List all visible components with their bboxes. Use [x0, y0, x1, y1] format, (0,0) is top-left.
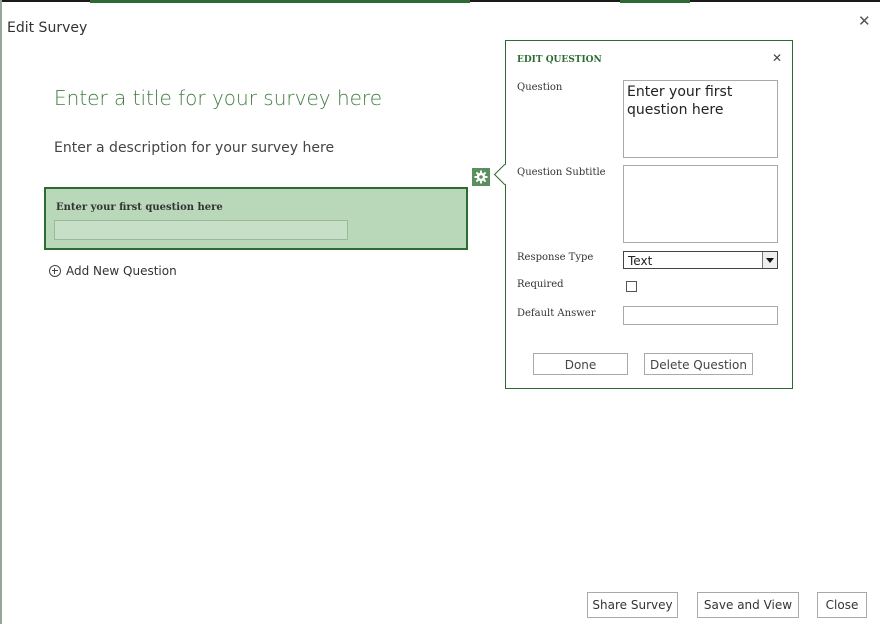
chevron-down-icon[interactable] [762, 252, 777, 268]
edit-question-panel: EDIT QUESTION ✕ Question Enter your firs… [493, 40, 793, 389]
default-answer-label: Default Answer [517, 308, 596, 319]
delete-question-button[interactable]: Delete Question [644, 353, 753, 375]
response-type-label: Response Type [517, 252, 594, 263]
top-strip [0, 0, 880, 4]
add-new-question-link[interactable]: Add New Question [49, 264, 177, 278]
question-textarea-value: Enter your first question here [627, 84, 733, 118]
question-subtitle-label: Question Subtitle [517, 167, 606, 178]
panel-pointer [493, 163, 516, 186]
response-type-select[interactable]: Text [623, 251, 778, 269]
question-textarea[interactable]: Enter your first question here [623, 80, 778, 158]
question-card[interactable]: Enter your first question here [44, 187, 468, 250]
question-label: Question [517, 82, 563, 93]
default-answer-input[interactable] [623, 306, 778, 325]
done-button[interactable]: Done [533, 353, 628, 375]
close-icon[interactable]: ✕ [772, 51, 782, 65]
add-new-question-label: Add New Question [66, 264, 177, 278]
share-survey-button[interactable]: Share Survey [587, 592, 678, 618]
save-and-view-button[interactable]: Save and View [697, 592, 799, 618]
panel-title: EDIT QUESTION [517, 55, 602, 65]
question-answer-preview-input [54, 220, 348, 240]
survey-title-field[interactable]: Enter a title for your survey here [54, 86, 382, 110]
required-checkbox[interactable] [626, 281, 637, 292]
plus-circle-icon [49, 265, 61, 277]
dialog-title: Edit Survey [7, 20, 88, 36]
question-subtitle-textarea[interactable] [623, 165, 778, 243]
question-card-label: Enter your first question here [56, 202, 223, 213]
question-subtitle-value [624, 166, 777, 170]
close-icon[interactable]: ✕ [858, 12, 871, 30]
required-label: Required [517, 279, 564, 290]
survey-description-field[interactable]: Enter a description for your survey here [54, 140, 334, 156]
close-button[interactable]: Close [817, 592, 867, 618]
response-type-value: Text [628, 254, 653, 268]
gear-icon[interactable] [472, 168, 490, 186]
window-left-edge [0, 0, 2, 624]
